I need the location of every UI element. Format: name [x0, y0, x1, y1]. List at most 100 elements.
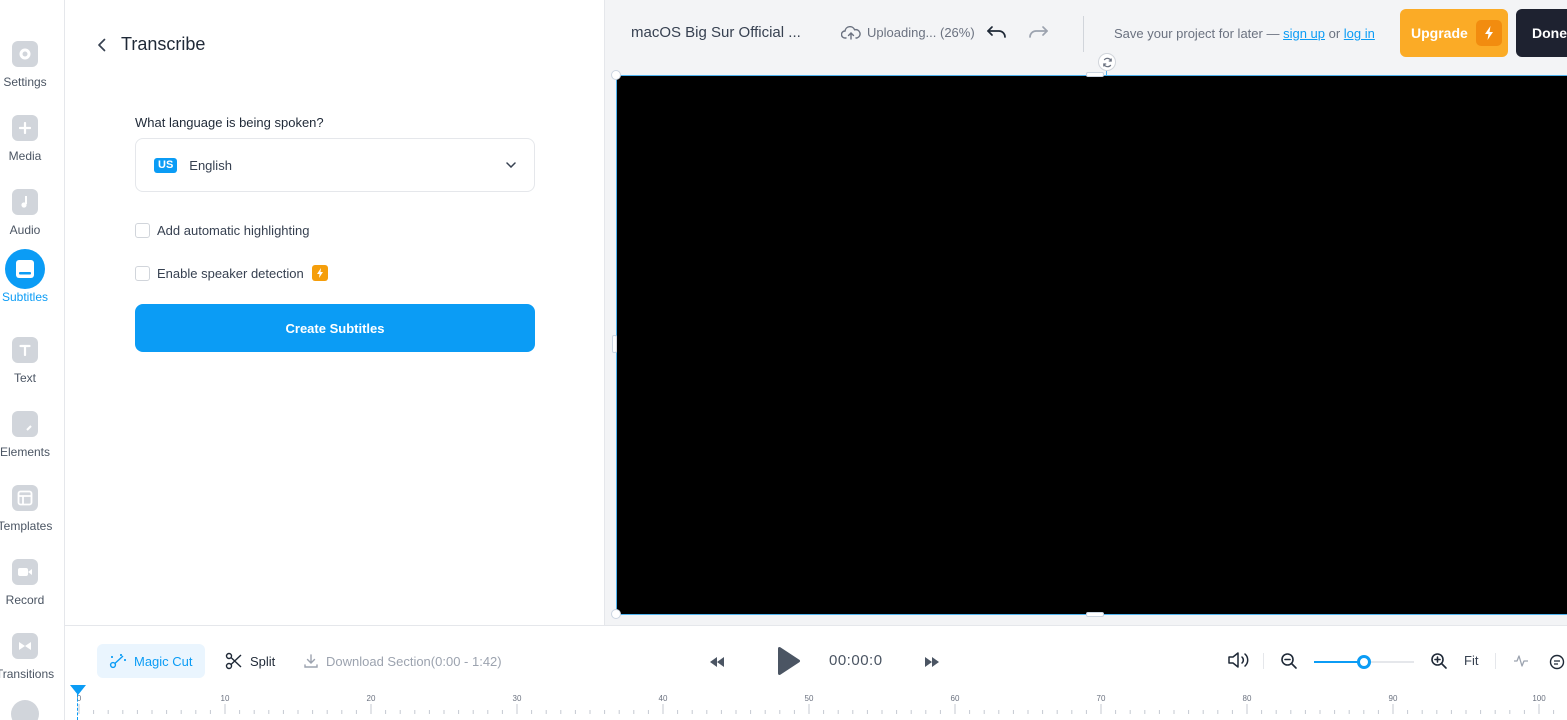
- zoom-in-icon: [1431, 653, 1447, 669]
- text-icon: [12, 337, 38, 363]
- fast-forward-button[interactable]: [924, 655, 940, 673]
- captions-toggle-button[interactable]: [1549, 654, 1565, 675]
- zoom-out-button[interactable]: [1280, 652, 1298, 675]
- sidebar-item-text[interactable]: Text: [0, 329, 50, 403]
- camera-icon: [12, 559, 38, 585]
- split-label: Split: [250, 653, 276, 669]
- sidebar-item-templates[interactable]: Templates: [0, 477, 53, 551]
- ruler-tick-label: 30: [512, 694, 522, 703]
- sidebar-label: Audio: [9, 223, 41, 237]
- sidebar-label: Subtitles: [1, 290, 49, 304]
- upgrade-button[interactable]: Upgrade: [1400, 9, 1508, 57]
- ruler-ticks: [78, 704, 1555, 714]
- zoom-slider-thumb[interactable]: [1357, 655, 1371, 669]
- sidebar-label: Text: [13, 371, 36, 385]
- magic-wand-icon: [109, 654, 126, 669]
- rewind-button[interactable]: [709, 655, 725, 673]
- video-canvas[interactable]: [616, 53, 1567, 615]
- ruler-tick-label: 50: [804, 694, 814, 703]
- sidebar-item-settings[interactable]: Settings: [0, 33, 50, 107]
- speaker-detection-checkbox[interactable]: [135, 265, 150, 281]
- redo-icon: [1029, 26, 1048, 38]
- ruler-tick-label: 40: [658, 694, 668, 703]
- language-select[interactable]: US English: [135, 138, 535, 192]
- highlighting-label: Add automatic highlighting: [157, 223, 310, 238]
- transition-icon: [12, 633, 38, 659]
- create-subtitles-button[interactable]: Create Subtitles: [135, 304, 535, 352]
- volume-button[interactable]: [1227, 650, 1251, 675]
- sidebar-item-subtitles[interactable]: Subtitles: [0, 248, 50, 322]
- sidebar-label: Settings: [3, 75, 47, 89]
- playhead-marker[interactable]: [69, 684, 87, 702]
- fit-button[interactable]: Fit: [1464, 653, 1478, 668]
- done-button[interactable]: Done: [1516, 9, 1567, 57]
- ruler-tick-label: 100: [1532, 694, 1546, 703]
- undo-icon: [987, 26, 1006, 38]
- sidebar-label: Transitions: [0, 667, 55, 681]
- zoom-slider[interactable]: [1314, 655, 1414, 669]
- sign-up-link[interactable]: sign up: [1283, 26, 1325, 41]
- sidebar-item-record[interactable]: Record: [0, 551, 50, 625]
- log-in-link[interactable]: log in: [1344, 26, 1375, 41]
- language-selected-value: English: [189, 157, 232, 173]
- redo-button[interactable]: [1027, 22, 1049, 47]
- play-button[interactable]: [775, 646, 801, 681]
- playhead-triangle-icon: [70, 685, 86, 695]
- divider: [1083, 16, 1084, 52]
- sidebar-label: Media: [8, 149, 42, 163]
- sidebar-item-elements[interactable]: Elements: [0, 403, 50, 477]
- speaker-volume-icon: [1228, 652, 1249, 668]
- zoom-in-button[interactable]: [1430, 652, 1448, 675]
- waveform-icon: [1514, 655, 1528, 667]
- highlighting-checkbox[interactable]: [135, 223, 150, 238]
- magic-cut-button[interactable]: Magic Cut: [97, 644, 205, 678]
- sidebar-item-transitions[interactable]: Transitions: [0, 625, 54, 699]
- us-flag-badge: US: [154, 157, 178, 173]
- divider: [1495, 653, 1496, 669]
- highlighting-option: Add automatic highlighting: [135, 223, 310, 238]
- project-title[interactable]: macOS Big Sur Official ...: [631, 24, 801, 41]
- template-icon: [12, 485, 38, 511]
- scissors-icon: [225, 652, 242, 670]
- video-editor-app: Settings Media Audio Subtitles Text Elem…: [0, 0, 1567, 720]
- top-bar: macOS Big Sur Official ... Uploading... …: [605, 0, 1567, 70]
- split-button[interactable]: Split: [225, 644, 275, 678]
- sidebar-item-media[interactable]: Media: [0, 107, 50, 181]
- upload-status-text: Uploading... (26%): [867, 25, 975, 40]
- sticker-icon: [12, 411, 38, 437]
- resize-handle-bottom[interactable]: [1086, 612, 1104, 617]
- divider: [1263, 653, 1264, 669]
- or-text: or: [1325, 26, 1344, 41]
- sidebar-label: Templates: [0, 519, 53, 533]
- chevron-down-icon: [506, 162, 516, 168]
- undo-button[interactable]: [986, 22, 1008, 47]
- rotate-handle[interactable]: [1098, 53, 1116, 71]
- zoom-out-icon: [1281, 653, 1297, 669]
- download-section-button[interactable]: Download Section(0:00 - 1:42): [303, 644, 502, 678]
- settings-icon: [12, 41, 38, 67]
- resize-handle-left[interactable]: [612, 335, 617, 353]
- upgrade-label: Upgrade: [1411, 25, 1468, 41]
- back-button[interactable]: [93, 36, 109, 54]
- language-question-label: What language is being spoken?: [135, 115, 324, 130]
- ruler-tick-label: 70: [1096, 694, 1106, 703]
- upload-status: Uploading... (26%): [841, 25, 975, 40]
- canvas-stage: [605, 53, 1567, 625]
- speaker-detection-label: Enable speaker detection: [157, 265, 304, 281]
- lightning-bolt-icon: [1476, 20, 1502, 46]
- resize-handle-top[interactable]: [1086, 72, 1104, 77]
- cloud-upload-icon: [841, 25, 861, 40]
- music-note-icon: [12, 189, 38, 215]
- panel-title: Transcribe: [121, 34, 206, 54]
- download-icon: [304, 654, 318, 668]
- ruler-tick-label: 80: [1242, 694, 1252, 703]
- timeline-ruler[interactable]: 0 10 20 30 40 50 60 70 80 90 100: [0, 690, 1567, 720]
- waveform-button[interactable]: [1513, 654, 1529, 673]
- sidebar-item-audio[interactable]: Audio: [0, 181, 50, 255]
- ruler-tick-label: 20: [366, 694, 376, 703]
- resize-handle-bottom-left[interactable]: [611, 609, 621, 619]
- save-project-prompt: Save your project for later — sign up or…: [1114, 26, 1375, 41]
- chevron-left-icon: [97, 38, 105, 52]
- resize-handle-top-left[interactable]: [611, 70, 621, 80]
- sidebar-rail: Settings Media Audio Subtitles Text Elem…: [0, 0, 65, 720]
